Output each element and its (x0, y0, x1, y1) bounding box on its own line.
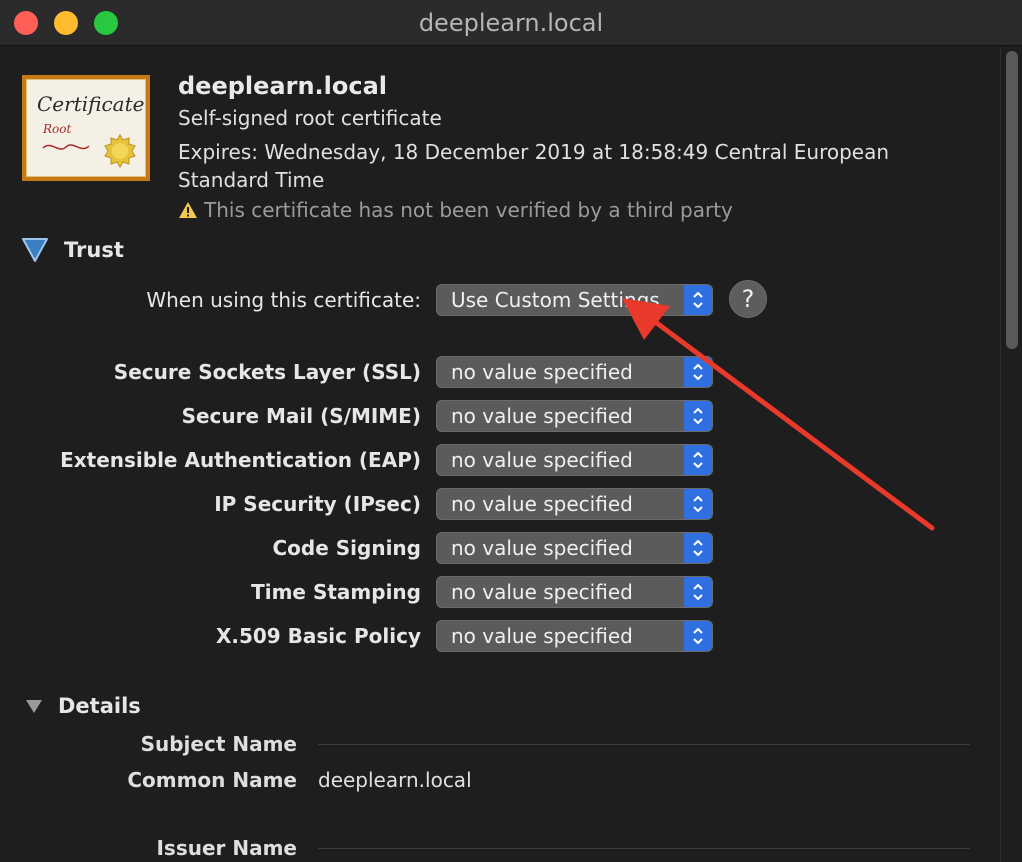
smime-label: Secure Mail (S/MIME) (181, 404, 421, 428)
vertical-scrollbar[interactable] (1000, 47, 1022, 862)
details-heading: Details (58, 694, 141, 718)
certificate-type: Self-signed root certificate (178, 106, 442, 130)
subject-name-label: Subject Name (140, 732, 297, 756)
certificate-icon: Certificate Root (22, 75, 150, 181)
window-title: deeplearn.local (418, 9, 604, 37)
title-bar: deeplearn.local (0, 0, 1022, 46)
issuer-name-label: Issuer Name (156, 836, 297, 860)
scrollbar-thumb[interactable] (1006, 51, 1018, 349)
issuer-name-divider (318, 848, 970, 849)
eap-label: Extensible Authentication (EAP) (60, 448, 421, 472)
ssl-label: Secure Sockets Layer (SSL) (113, 360, 421, 384)
disclosure-triangle-icon[interactable] (20, 236, 50, 264)
seal-icon (104, 134, 136, 168)
popup-arrows-icon (684, 621, 712, 651)
code-signing-label: Code Signing (272, 536, 422, 560)
certificate-window: deeplearn.local Certificate Root deeplea… (0, 0, 1022, 862)
disclosure-triangle-icon[interactable] (24, 696, 44, 716)
subject-name-divider (318, 744, 970, 745)
flourish-icon (42, 144, 90, 150)
x509-label: X.509 Basic Policy (215, 624, 421, 648)
certificate-expiry: Expires: Wednesday, 18 December 2019 at … (178, 140, 890, 192)
x509-value: no value specified (451, 624, 633, 648)
certificate-warning: This certificate has not been verified b… (178, 198, 733, 222)
annotation-arrow (622, 298, 935, 531)
certificate-icon-title: Certificate (37, 92, 145, 116)
common-name-value: deeplearn.local (318, 768, 472, 792)
certificate-warning-text: This certificate has not been verified b… (204, 198, 733, 222)
time-stamping-label: Time Stamping (251, 580, 421, 604)
time-stamping-popup[interactable]: no value specified (436, 576, 713, 608)
x509-popup[interactable]: no value specified (436, 620, 713, 652)
trust-section-header[interactable]: Trust (20, 236, 124, 264)
when-using-label: When using this certificate: (146, 288, 421, 312)
ipsec-label: IP Security (IPsec) (214, 492, 421, 516)
certificate-name: deeplearn.local (178, 72, 388, 100)
certificate-icon-subtitle: Root (43, 122, 72, 136)
popup-arrows-icon (684, 577, 712, 607)
common-name-label: Common Name (127, 768, 297, 792)
details-section-header[interactable]: Details (24, 694, 141, 718)
trust-heading: Trust (64, 238, 124, 262)
warning-icon (179, 202, 197, 218)
time-stamping-value: no value specified (451, 580, 633, 604)
